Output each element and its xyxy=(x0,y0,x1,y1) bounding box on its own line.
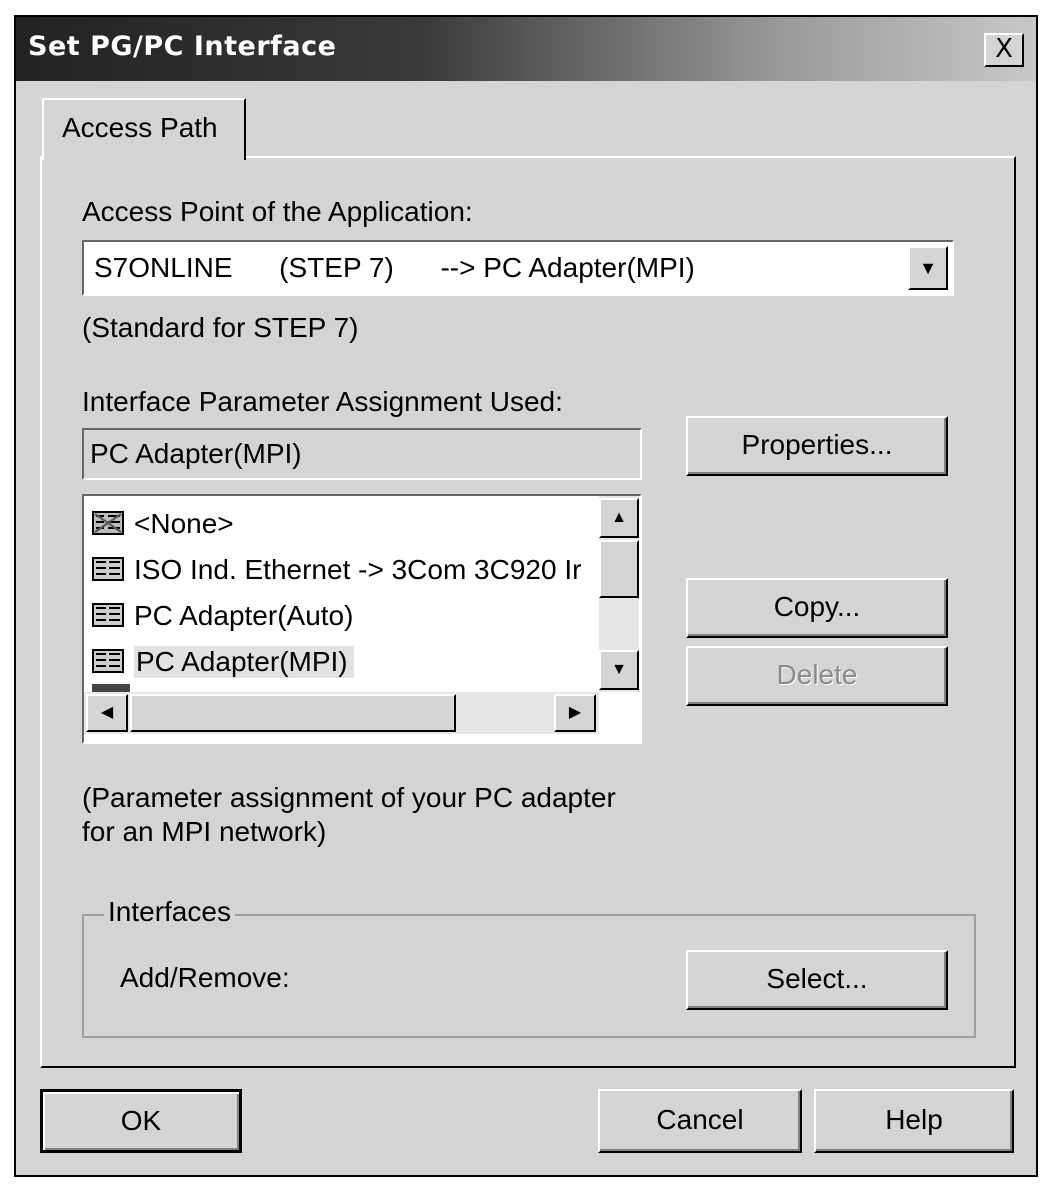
horizontal-scroll-thumb[interactable] xyxy=(130,694,456,732)
network-none-icon xyxy=(92,511,124,535)
access-point-description: (Standard for STEP 7) xyxy=(82,312,359,343)
arrow-left-icon: ◀ xyxy=(100,704,114,721)
interface-param-listbox[interactable]: <None> ISO Ind. Ethernet -> 3Com 3C920 I… xyxy=(82,494,642,744)
network-card-icon xyxy=(92,649,124,673)
arrow-right-icon: ▶ xyxy=(568,704,582,721)
access-point-combobox[interactable]: S7ONLINE (STEP 7) --> PC Adapter(MPI) ▼ xyxy=(82,240,954,296)
arrow-up-icon: ▲ xyxy=(611,509,627,526)
properties-button[interactable]: Properties... xyxy=(686,416,948,476)
network-card-icon xyxy=(92,603,124,627)
interface-param-used-field: PC Adapter(MPI) xyxy=(82,428,642,480)
list-item[interactable]: PC Adapter(Auto) xyxy=(92,594,353,638)
scroll-down-button[interactable]: ▼ xyxy=(599,650,639,690)
vertical-scroll-thumb[interactable] xyxy=(599,540,639,598)
window-title: Set PG/PC Interface xyxy=(28,31,337,62)
interface-param-label: Interface Parameter Assignment Used: xyxy=(82,386,563,417)
delete-button[interactable]: Delete xyxy=(686,646,948,706)
interface-param-used-value: PC Adapter(MPI) xyxy=(90,438,302,469)
tab-panel: Access Point of the Application: S7ONLIN… xyxy=(40,156,1016,1068)
list-item[interactable]: <None> xyxy=(92,502,234,546)
access-point-value: S7ONLINE (STEP 7) --> PC Adapter(MPI) xyxy=(94,252,695,283)
copy-button[interactable]: Copy... xyxy=(686,578,948,638)
list-item-label: PC Adapter(MPI) xyxy=(134,646,354,678)
close-button[interactable]: X xyxy=(984,33,1024,67)
network-card-icon xyxy=(92,557,124,581)
list-item-label: PC Adapter(Auto) xyxy=(134,600,354,631)
vertical-scrollbar[interactable]: ▲ ▼ xyxy=(599,496,639,692)
list-item[interactable]: ISO Ind. Ethernet -> 3Com 3C920 Ir xyxy=(92,548,581,592)
help-button[interactable]: Help xyxy=(814,1089,1014,1153)
interface-param-description-line1: (Parameter assignment of your PC adapter xyxy=(82,782,616,813)
scroll-up-button[interactable]: ▲ xyxy=(599,498,639,538)
list-item-label: <None> xyxy=(134,508,234,539)
arrow-down-icon: ▼ xyxy=(611,661,627,678)
tab-access-path[interactable]: Access Path xyxy=(42,98,246,160)
cancel-button[interactable]: Cancel xyxy=(598,1089,802,1153)
dialog-window: Set PG/PC Interface X Access Path Access… xyxy=(14,15,1038,1177)
select-button[interactable]: Select... xyxy=(686,950,948,1010)
scroll-left-button[interactable]: ◀ xyxy=(86,694,128,732)
list-item-selected[interactable]: PC Adapter(MPI) xyxy=(92,640,354,684)
interfaces-groupbox: Interfaces Add/Remove: Select... xyxy=(82,896,976,1038)
close-icon: X xyxy=(995,34,1013,64)
list-item-label: ISO Ind. Ethernet -> 3Com 3C920 Ir xyxy=(134,554,582,585)
access-point-label: Access Point of the Application: xyxy=(82,196,473,227)
chevron-down-icon: ▼ xyxy=(919,258,937,278)
ok-button[interactable]: OK xyxy=(40,1089,242,1153)
add-remove-label: Add/Remove: xyxy=(120,962,290,993)
scroll-right-button[interactable]: ▶ xyxy=(554,694,596,732)
interface-param-description-line2: for an MPI network) xyxy=(82,816,327,847)
horizontal-scrollbar[interactable]: ◀ ▶ xyxy=(84,692,599,734)
title-bar[interactable]: Set PG/PC Interface X xyxy=(16,17,1036,81)
access-point-dropdown-button[interactable]: ▼ xyxy=(908,246,948,290)
interfaces-legend: Interfaces xyxy=(104,896,235,928)
